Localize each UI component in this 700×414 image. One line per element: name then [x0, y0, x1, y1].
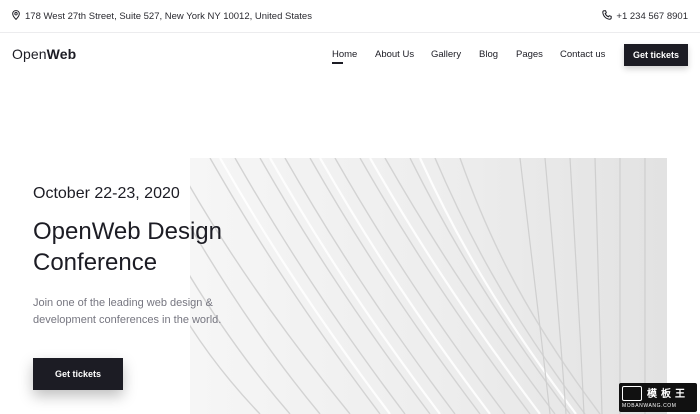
nav-home[interactable]: Home [332, 49, 357, 60]
watermark-logo-icon [622, 386, 642, 401]
nav-active-indicator [332, 62, 343, 64]
nav-blog[interactable]: Blog [479, 49, 498, 60]
nav-contact-us[interactable]: Contact us [560, 49, 605, 60]
phone-text: +1 234 567 8901 [616, 11, 688, 22]
hero-title: OpenWeb Design Conference [33, 218, 222, 276]
watermark: 模板王 MOBANWANG.COM [619, 383, 697, 412]
logo-bold: Web [46, 46, 77, 62]
phone-icon [602, 10, 616, 23]
map-pin-icon [12, 10, 25, 23]
address: 178 West 27th Street, Suite 527, New Yor… [12, 10, 312, 23]
hero-image [190, 158, 667, 414]
nav-about-us[interactable]: About Us [375, 49, 414, 60]
event-date: October 22-23, 2020 [33, 185, 180, 202]
logo-light: Open [12, 46, 47, 62]
get-tickets-nav-button[interactable]: Get tickets [624, 44, 688, 66]
phone[interactable]: +1 234 567 8901 [602, 10, 688, 23]
get-tickets-hero-button[interactable]: Get tickets [33, 358, 123, 390]
watermark-title: 模板王 [647, 389, 689, 400]
nav-pages[interactable]: Pages [516, 49, 543, 60]
watermark-subtitle: MOBANWANG.COM [622, 403, 677, 409]
address-text: 178 West 27th Street, Suite 527, New Yor… [25, 11, 312, 22]
nav-gallery[interactable]: Gallery [431, 49, 461, 60]
top-info-bar: 178 West 27th Street, Suite 527, New Yor… [0, 0, 700, 33]
logo[interactable]: OpenWeb [12, 46, 76, 62]
hero-description: Join one of the leading web design & dev… [33, 297, 222, 326]
